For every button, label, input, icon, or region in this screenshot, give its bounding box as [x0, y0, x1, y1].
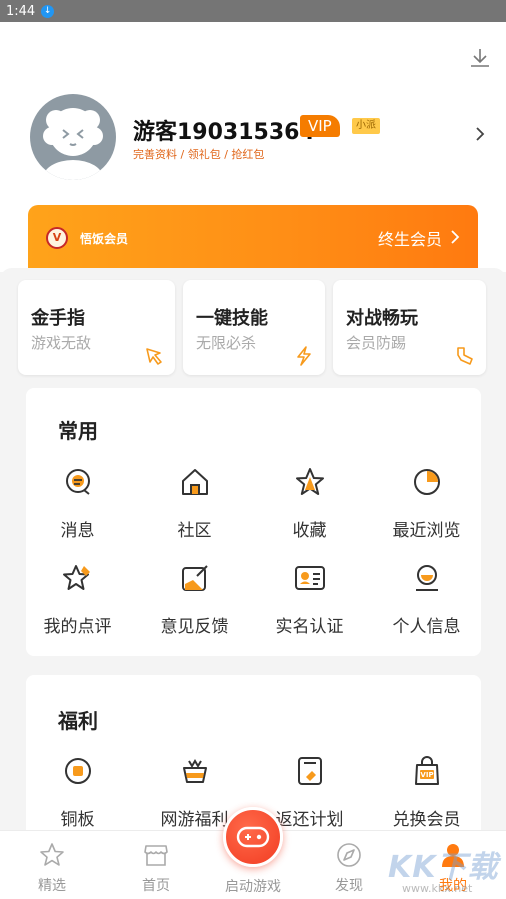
compass-icon: [337, 843, 361, 867]
gift-box-icon: [183, 759, 207, 783]
watermark-text: KK下载: [388, 850, 499, 885]
star-icon: [296, 468, 324, 495]
grid-item-community[interactable]: 社区: [137, 466, 252, 546]
grid-item-favorites[interactable]: 收藏: [252, 466, 367, 546]
grid-item-redeem-vip[interactable]: VIP 兑换会员: [369, 755, 484, 835]
grid-item-feedback[interactable]: 意见反馈: [137, 562, 252, 642]
launch-game-label: 启动游戏: [225, 879, 281, 895]
avatar-face-icon: [43, 108, 103, 180]
feature-card-skill[interactable]: 一键技能 无限必杀: [183, 280, 325, 375]
grid-item-label: 社区: [177, 521, 212, 541]
chevron-right-icon: [451, 230, 460, 244]
id-card-icon: [295, 566, 325, 590]
hand-pointer-icon: [146, 348, 162, 365]
grid-item-label: 意见反馈: [160, 617, 229, 637]
vip-plan-label: 终生会员: [377, 230, 442, 249]
profile-header: 游客190315364 VIP 小派 完善资料 / 领礼包 / 抢红包 悟饭会员…: [0, 22, 506, 275]
grid-item-label: 个人信息: [392, 617, 461, 637]
grid-item-history[interactable]: 最近浏览: [369, 466, 484, 546]
avatar[interactable]: [30, 94, 116, 180]
gamepad-icon: [236, 826, 270, 848]
level-badge: 小派: [352, 118, 380, 134]
vip-logo-icon: [46, 227, 68, 249]
watermark: KK下载 www.kkx.net: [388, 842, 506, 899]
common-section: 常用 消息 社区 收藏 最近浏览 我的点评 意见反馈 实名认证 个人信息: [26, 388, 481, 656]
feature-title: 一键技能: [196, 308, 268, 329]
nav-label: 精选: [38, 878, 66, 894]
vip-banner[interactable]: 悟饭会员 终生会员: [28, 205, 478, 275]
feature-card-cheat[interactable]: 金手指 游戏无敌: [18, 280, 175, 375]
feedback-icon: [182, 565, 208, 591]
grid-item-label: 我的点评: [43, 617, 112, 637]
rebate-icon: [298, 757, 322, 785]
watermark-url: www.kkx.net: [402, 882, 473, 895]
status-time: 1:44: [6, 3, 36, 19]
nav-label: 首页: [142, 878, 170, 894]
grid-item-label: 铜板: [60, 810, 95, 830]
section-title: 福利: [58, 709, 98, 733]
username[interactable]: 游客190315364: [133, 114, 315, 146]
vip-bag-icon: VIP: [415, 756, 439, 785]
grid-item-label: 兑换会员: [392, 810, 461, 830]
coin-icon: [65, 758, 91, 784]
download-icon[interactable]: [468, 46, 492, 70]
svg-text:VIP: VIP: [420, 771, 433, 779]
feature-subtitle: 游戏无敌: [31, 334, 92, 352]
nav-item-discover[interactable]: 发现: [309, 841, 389, 897]
nav-label: 发现: [335, 878, 363, 894]
feature-title: 对战畅玩: [346, 308, 418, 329]
vip-badge: VIP: [300, 115, 340, 137]
grid-item-verify[interactable]: 实名认证: [252, 562, 367, 642]
download-notification-icon: ↓: [41, 4, 55, 18]
store-icon: [144, 845, 168, 866]
grid-item-message[interactable]: 消息: [20, 466, 135, 546]
star-icon: [40, 843, 64, 866]
vip-brand-label: 悟饭会员: [80, 232, 129, 246]
history-icon: [414, 469, 440, 495]
review-icon: [63, 565, 90, 590]
grid-item-label: 消息: [60, 521, 95, 541]
grid-item-label: 最近浏览: [392, 521, 461, 541]
grid-item-label: 收藏: [292, 521, 327, 541]
chevron-right-icon[interactable]: [474, 126, 486, 142]
nav-item-featured[interactable]: 精选: [12, 841, 92, 897]
feature-subtitle: 会员防踢: [346, 334, 407, 352]
kick-icon: [457, 347, 473, 365]
feature-subtitle: 无限必杀: [196, 334, 257, 352]
lightning-icon: [297, 346, 311, 366]
launch-game-button[interactable]: [223, 807, 283, 867]
message-icon: [66, 469, 90, 495]
feature-card-battle[interactable]: 对战畅玩 会员防踢: [333, 280, 486, 375]
profile-icon: [416, 565, 438, 591]
feature-title: 金手指: [31, 308, 85, 329]
section-title: 常用: [58, 419, 98, 443]
community-icon: [182, 469, 208, 495]
grid-item-review[interactable]: 我的点评: [20, 562, 135, 642]
status-bar: 1:44 ↓: [0, 0, 506, 22]
nav-item-home[interactable]: 首页: [116, 841, 196, 897]
profile-sub-links[interactable]: 完善资料 / 领礼包 / 抢红包: [133, 146, 264, 162]
grid-item-label: 实名认证: [275, 617, 344, 637]
grid-item-coins[interactable]: 铜板: [20, 755, 135, 835]
grid-item-profile[interactable]: 个人信息: [369, 562, 484, 642]
